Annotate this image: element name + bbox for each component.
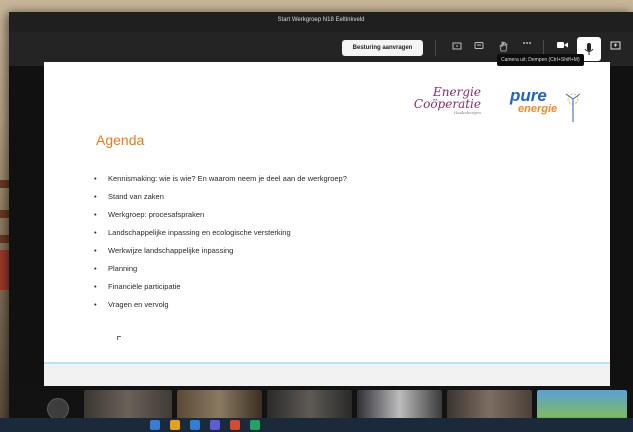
taskbar-app-icon[interactable] [170, 420, 180, 430]
meeting-window: Start Werkgroep N18 Eeltinkveld Besturin… [9, 12, 633, 432]
agenda-item: • Vragen en vervolg [94, 300, 169, 309]
share-tray-icon[interactable] [449, 41, 465, 55]
more-options-icon[interactable] [519, 41, 535, 55]
taskbar-app-icon[interactable] [210, 420, 220, 430]
taskbar-app-icon[interactable] [150, 420, 160, 430]
agenda-item: • Landschappelijke inpassing en ecologisc… [94, 228, 291, 237]
agenda-heading: Agenda [96, 132, 145, 148]
request-control-button[interactable]: Besturing aanvragen [342, 40, 423, 56]
wind-turbine-sun-icon [565, 93, 581, 122]
share-screen-icon[interactable] [607, 41, 623, 55]
agenda-item: • Werkwijze landschappelijke inpassing [94, 246, 234, 255]
mouse-cursor-icon [117, 336, 121, 340]
screen: Start Werkgroep N18 Eeltinkveld Besturin… [0, 0, 633, 432]
taskbar-app-icon[interactable] [250, 420, 260, 430]
window-title: Start Werkgroep N18 Eeltinkveld [277, 17, 365, 23]
taskbar-app-icon[interactable] [190, 420, 200, 430]
divider [435, 40, 436, 56]
agenda-item: • Planning [94, 264, 138, 273]
agenda-list: • Kennismaking: wie is wie? En waarom nee… [94, 174, 347, 318]
pure-energie-logo: pure energie [510, 86, 590, 122]
camera-icon[interactable] [554, 41, 570, 55]
avatar[interactable] [47, 398, 69, 420]
agenda-item: • Kennismaking: wie is wie? En waarom nee… [94, 174, 347, 183]
chat-icon[interactable] [471, 41, 487, 55]
button-tooltip: Camera uit; Dempen (Ctrl+Shift+M) [497, 54, 584, 66]
shared-slide: Energie Coöperatie Haaksbergen pure ener… [44, 62, 610, 362]
taskbar-app-icon[interactable] [230, 420, 240, 430]
taskbar [0, 418, 633, 432]
title-bar: Start Werkgroep N18 Eeltinkveld [9, 12, 633, 32]
slide-footer-area [44, 364, 610, 386]
raise-hand-icon[interactable] [495, 41, 511, 55]
agenda-item: • Werkgroep: procesafspraken [94, 210, 205, 219]
agenda-item: • Stand van zaken [94, 192, 164, 201]
agenda-item: • Financiële participatie [94, 282, 181, 291]
energie-cooperatie-logo: Energie Coöperatie Haaksbergen [413, 85, 481, 115]
